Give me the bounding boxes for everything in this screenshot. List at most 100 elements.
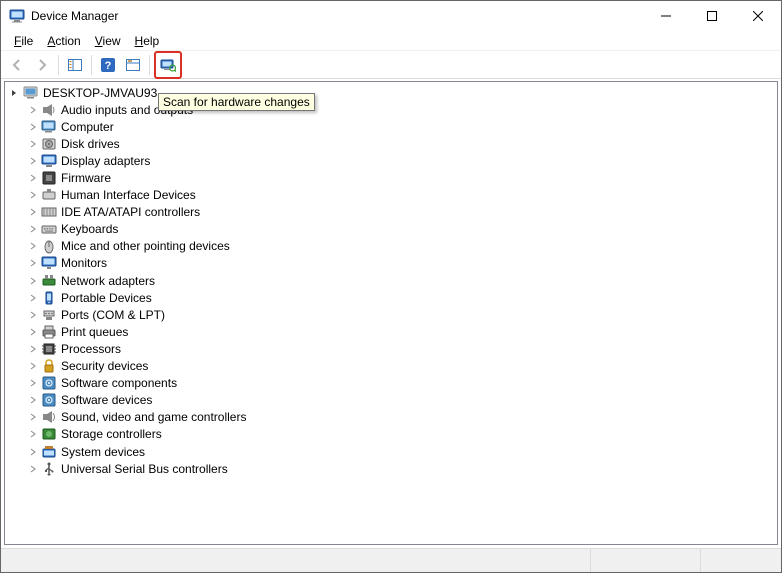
status-cell <box>701 549 781 572</box>
expand-arrow-icon[interactable] <box>25 290 41 306</box>
menubar: File Action View Help <box>1 31 781 51</box>
storage-icon <box>41 426 57 442</box>
processor-icon <box>41 341 57 357</box>
tree-category-label: System devices <box>61 445 145 459</box>
mouse-icon <box>41 238 57 254</box>
tree-category-label: Disk drives <box>61 137 120 151</box>
tree-category-node[interactable]: IDE ATA/ATAPI controllers <box>7 204 777 221</box>
tree-category-node[interactable]: Keyboards <box>7 221 777 238</box>
tree-category-node[interactable]: System devices <box>7 443 777 460</box>
window-controls <box>643 1 781 31</box>
tree-category-node[interactable]: Human Interface Devices <box>7 187 777 204</box>
tree-category-node[interactable]: Network adapters <box>7 272 777 289</box>
portable-icon <box>41 290 57 306</box>
expand-arrow-icon[interactable] <box>25 221 41 237</box>
expand-arrow-icon[interactable] <box>25 307 41 323</box>
tree-category-label: Portable Devices <box>61 291 152 305</box>
minimize-button[interactable] <box>643 1 689 31</box>
tree-category-label: Processors <box>61 342 121 356</box>
expand-arrow-icon[interactable] <box>25 238 41 254</box>
tree-category-node[interactable]: Disk drives <box>7 135 777 152</box>
tree-category-node[interactable]: Monitors <box>7 255 777 272</box>
usb-icon <box>41 461 57 477</box>
tree-category-node[interactable]: Firmware <box>7 169 777 186</box>
tree-root-node[interactable]: DESKTOP-JMVAU93 <box>7 84 777 101</box>
scan-hardware-button[interactable] <box>156 53 180 77</box>
expand-arrow-icon[interactable] <box>25 375 41 391</box>
tree-category-label: Software components <box>61 376 177 390</box>
expand-arrow-icon[interactable] <box>25 324 41 340</box>
tree-category-label: Security devices <box>61 359 148 373</box>
tree-category-node[interactable]: Storage controllers <box>7 426 777 443</box>
network-icon <box>41 273 57 289</box>
expand-arrow-icon[interactable] <box>25 102 41 118</box>
toolbar: ? <box>1 51 781 79</box>
collapse-arrow-icon[interactable] <box>7 85 23 101</box>
expand-arrow-icon[interactable] <box>25 358 41 374</box>
window-title: Device Manager <box>31 9 643 23</box>
tree-category-label: Ports (COM & LPT) <box>61 308 165 322</box>
keyboard-icon <box>41 221 57 237</box>
expand-arrow-icon[interactable] <box>25 273 41 289</box>
tree-category-node[interactable]: Mice and other pointing devices <box>7 238 777 255</box>
printer-icon <box>41 324 57 340</box>
tree-category-label: Keyboards <box>61 222 118 236</box>
tree-category-label: Human Interface Devices <box>61 188 196 202</box>
menu-action[interactable]: Action <box>40 33 87 49</box>
menu-help[interactable]: Help <box>128 33 167 49</box>
expand-arrow-icon[interactable] <box>25 136 41 152</box>
tree-category-node[interactable]: Security devices <box>7 358 777 375</box>
system-icon <box>41 444 57 460</box>
expand-arrow-icon[interactable] <box>25 255 41 271</box>
tree-category-label: Print queues <box>61 325 128 339</box>
expand-arrow-icon[interactable] <box>25 170 41 186</box>
expand-arrow-icon[interactable] <box>25 119 41 135</box>
tree-category-node[interactable]: Print queues <box>7 323 777 340</box>
expand-arrow-icon[interactable] <box>25 341 41 357</box>
tree-category-node[interactable]: Universal Serial Bus controllers <box>7 460 777 477</box>
expand-arrow-icon[interactable] <box>25 444 41 460</box>
tree-category-node[interactable]: Sound, video and game controllers <box>7 409 777 426</box>
tree-category-label: Sound, video and game controllers <box>61 410 246 424</box>
menu-view[interactable]: View <box>88 33 128 49</box>
display-icon <box>41 153 57 169</box>
expand-arrow-icon[interactable] <box>25 392 41 408</box>
expand-arrow-icon[interactable] <box>25 187 41 203</box>
tree-category-label: Universal Serial Bus controllers <box>61 462 228 476</box>
expand-arrow-icon[interactable] <box>25 204 41 220</box>
tree-category-node[interactable]: Portable Devices <box>7 289 777 306</box>
tree-category-node[interactable]: Display adapters <box>7 152 777 169</box>
device-manager-window: Device Manager File Action View Help ? S… <box>0 0 782 573</box>
tree-category-label: IDE ATA/ATAPI controllers <box>61 205 200 219</box>
tree-category-node[interactable]: Software components <box>7 375 777 392</box>
tree-category-node[interactable]: Ports (COM & LPT) <box>7 306 777 323</box>
computer-icon <box>23 85 39 101</box>
help-button[interactable]: ? <box>96 53 120 77</box>
expand-arrow-icon[interactable] <box>25 461 41 477</box>
expand-arrow-icon[interactable] <box>25 153 41 169</box>
properties-button[interactable] <box>121 53 145 77</box>
tree-category-node[interactable]: Processors <box>7 340 777 357</box>
ide-icon <box>41 204 57 220</box>
device-tree-area[interactable]: Scan for hardware changes DESKTOP-JMVAU9… <box>4 81 778 545</box>
status-cell <box>1 549 591 572</box>
show-hide-tree-button[interactable] <box>63 53 87 77</box>
tree-category-node[interactable]: Computer <box>7 118 777 135</box>
maximize-button[interactable] <box>689 1 735 31</box>
menu-file[interactable]: File <box>7 33 40 49</box>
expand-arrow-icon[interactable] <box>25 409 41 425</box>
toolbar-separator <box>91 55 92 75</box>
tree-category-node[interactable]: Audio inputs and outputs <box>7 101 777 118</box>
tree-category-label: Mice and other pointing devices <box>61 239 230 253</box>
tooltip-scan-hardware: Scan for hardware changes <box>158 93 315 111</box>
hid-icon <box>41 187 57 203</box>
tree-category-label: Computer <box>61 120 114 134</box>
disk-icon <box>41 136 57 152</box>
tree-category-node[interactable]: Software devices <box>7 392 777 409</box>
expand-arrow-icon[interactable] <box>25 426 41 442</box>
titlebar: Device Manager <box>1 1 781 31</box>
sound-icon <box>41 409 57 425</box>
ports-icon <box>41 307 57 323</box>
close-button[interactable] <box>735 1 781 31</box>
statusbar <box>1 548 781 572</box>
